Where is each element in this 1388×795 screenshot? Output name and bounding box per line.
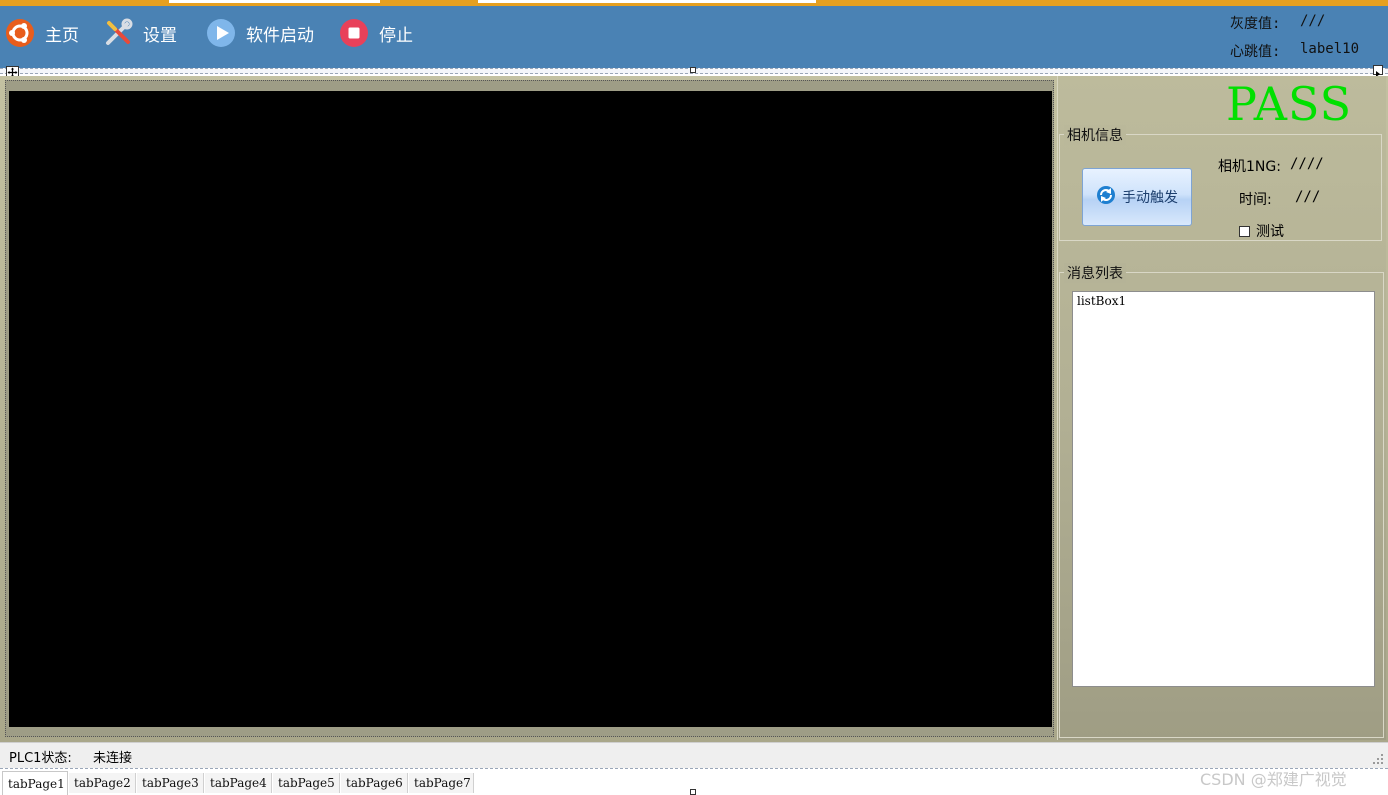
- start-button[interactable]: 软件启动: [206, 18, 314, 48]
- smart-tag-icon[interactable]: [1373, 65, 1383, 77]
- title-segment-1: [169, 0, 380, 3]
- message-list-title: 消息列表: [1064, 263, 1126, 283]
- stop-label: 停止: [379, 25, 413, 46]
- resize-handle-top[interactable]: [690, 67, 696, 73]
- heartbeat-label: 心跳值:: [1230, 44, 1281, 60]
- settings-button[interactable]: 设置: [103, 18, 177, 48]
- plc-status-label: PLC1状态:: [9, 751, 72, 766]
- test-checkbox[interactable]: [1239, 225, 1250, 237]
- test-checkbox-row[interactable]: 测试: [1239, 221, 1284, 241]
- result-text: PASS: [1226, 77, 1353, 131]
- stop-icon: [339, 18, 369, 48]
- watermark: CSDN @郑建广视觉: [1200, 770, 1347, 789]
- heartbeat-value: label10: [1300, 41, 1360, 57]
- tab-page-3[interactable]: tabPage3: [137, 773, 204, 793]
- tab-page-7[interactable]: tabPage7: [409, 773, 474, 793]
- plc-status-value: 未连接: [93, 751, 133, 766]
- size-grip-icon[interactable]: [1372, 753, 1384, 765]
- camera-info-title: 相机信息: [1064, 125, 1126, 145]
- tools-icon: [103, 18, 133, 48]
- tab-page-2[interactable]: tabPage2: [69, 773, 136, 793]
- gray-value-label: 灰度值:: [1230, 16, 1281, 32]
- camera-ng-value: ////: [1290, 156, 1324, 172]
- manual-trigger-label: 手动触发: [1122, 190, 1178, 206]
- settings-label: 设置: [143, 25, 177, 46]
- resize-handle-bottom[interactable]: [690, 789, 696, 795]
- test-checkbox-label: 测试: [1256, 224, 1284, 240]
- tab-page-4[interactable]: tabPage4: [205, 773, 272, 793]
- tab-page-6[interactable]: tabPage6: [341, 773, 408, 793]
- stop-button[interactable]: 停止: [339, 18, 413, 48]
- list-item[interactable]: listBox1: [1077, 294, 1126, 308]
- time-label: 时间:: [1239, 192, 1272, 208]
- title-segment-2: [478, 0, 816, 3]
- tab-page-1[interactable]: tabPage1: [2, 771, 68, 795]
- play-icon: [206, 18, 236, 48]
- home-label: 主页: [45, 25, 79, 46]
- refresh-icon: [1096, 185, 1116, 209]
- gray-value: ///: [1300, 13, 1326, 29]
- time-value: ///: [1295, 189, 1321, 205]
- image-viewer[interactable]: [9, 91, 1052, 727]
- tab-page-5[interactable]: tabPage5: [273, 773, 340, 793]
- manual-trigger-button[interactable]: 手动触发: [1082, 168, 1192, 226]
- message-listbox[interactable]: listBox1: [1072, 291, 1375, 687]
- home-icon: [5, 18, 35, 48]
- camera-ng-label: 相机1NG:: [1218, 159, 1281, 175]
- start-label: 软件启动: [246, 25, 314, 46]
- home-button[interactable]: 主页: [5, 18, 79, 48]
- status-bar: PLC1状态: 未连接: [0, 742, 1388, 768]
